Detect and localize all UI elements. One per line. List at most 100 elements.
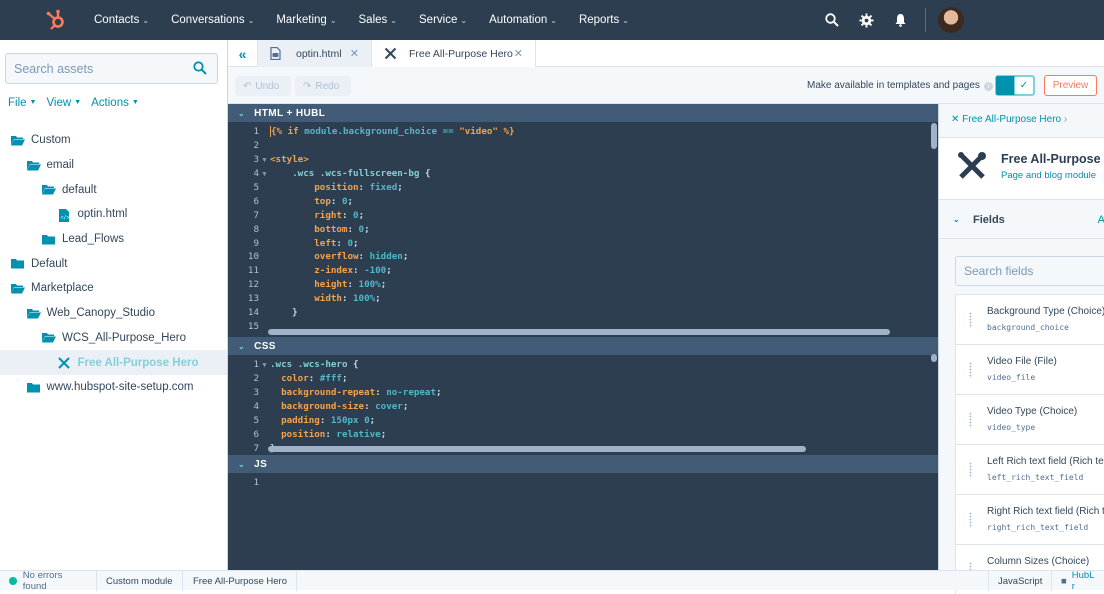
close-tab-icon[interactable]: ✕ [514,47,523,60]
code-line: 2 [228,139,930,153]
tree-item[interactable]: default [0,177,227,202]
info-icon[interactable]: i [983,82,993,91]
fold-toggle-icon[interactable]: ▼ [259,170,270,178]
gear-icon[interactable] [849,0,883,40]
drag-handle-icon[interactable] [969,512,972,528]
fold-toggle-icon[interactable]: ▼ [259,156,270,164]
line-number: 8 [253,223,259,235]
tab-optin-html[interactable]: optin.html ✕ [258,40,372,67]
nav-item-contacts[interactable]: Contacts ⌄ [83,0,160,40]
error-status[interactable]: No errors found [0,570,97,592]
undo-label: Undo [255,80,280,92]
line-number: 14 [247,307,259,319]
field-item[interactable]: Left Rich text field (Rich text) left_ric… [955,444,1104,494]
nav-item-sales[interactable]: Sales ⌄ [348,0,408,40]
menu-view[interactable]: View ▼ [46,97,81,109]
code-text: width: 100%; [314,293,381,305]
vertical-scrollbar[interactable] [931,123,937,149]
module-subtitle[interactable]: Page and blog module [1001,170,1096,181]
code-text: padding: 150px 0; [281,415,376,426]
html-code-area[interactable]: 1 {% if module.background_choice == "vide… [228,125,930,333]
collapse-sidebar-button[interactable]: « [228,40,258,67]
menu-file[interactable]: File ▼ [8,97,36,109]
bell-icon[interactable] [883,0,917,40]
code-line: 6 position: relative; [228,427,930,441]
section-header-js[interactable]: ⌄ JS [228,455,938,473]
search-fields-input[interactable]: Search fields [955,256,1104,286]
tree-item[interactable]: Default [0,251,227,276]
redo-button[interactable]: ↷ Redo [295,76,351,96]
tree-item[interactable]: Marketplace [0,276,227,301]
drag-handle-icon[interactable] [969,312,972,328]
chevron-down-icon: ⌄ [460,15,468,25]
drag-handle-icon[interactable] [969,362,972,378]
code-line: 10 overflow: hidden; [228,250,930,264]
horizontal-scrollbar[interactable] [268,446,806,452]
line-number: 1 [253,477,259,489]
user-avatar[interactable] [938,7,964,33]
search-icon[interactable] [815,0,849,40]
nav-item-automation[interactable]: Automation ⌄ [478,0,568,40]
language-selector[interactable]: JavaScript [988,571,1053,591]
code-line: 1 {% if module.background_choice == "vide… [228,125,930,139]
drag-handle-icon[interactable] [969,412,972,428]
hubl-reference-link[interactable]: ■ HubL r [1052,570,1104,592]
vertical-scrollbar[interactable] [931,354,937,362]
availability-text: Make available in templates and pages [807,80,980,91]
line-number: 2 [253,140,259,152]
preview-button[interactable]: Preview [1044,75,1097,96]
nav-item-marketing[interactable]: Marketing ⌄ [265,0,347,40]
chevron-down-icon: ⌄ [953,215,960,224]
tree-item[interactable]: WCS_All-Purpose_Hero [0,326,227,351]
undo-button[interactable]: ↶ Undo [235,76,291,96]
code-line: 3 background-repeat: no-repeat; [228,386,930,400]
module-breadcrumb[interactable]: ✕ Free All-Purpose Hero › [951,114,1067,125]
field-item[interactable]: Video File (File) video_file [955,344,1104,394]
search-assets-input[interactable]: Search assets [5,53,218,84]
horizontal-scrollbar[interactable] [268,329,890,335]
css-code-area[interactable]: 1 ▼ .wcs .wcs-hero {2 color: #fff; 3 backgr… [228,358,930,455]
search-icon[interactable] [193,61,207,78]
code-line: 1 ▼ .wcs .wcs-hero { [228,358,930,372]
folder-open-icon [26,308,41,319]
line-number: 7 [253,442,259,454]
tree-item[interactable]: Web_Canopy_Studio [0,301,227,326]
fold-toggle-icon[interactable]: ▼ [259,361,270,369]
section-header-css[interactable]: ⌄ CSS [228,337,938,355]
drag-handle-icon[interactable] [969,462,972,478]
code-line: 4 ▼ .wcs .wcs-fullscreen-bg { [228,167,930,181]
tree-item[interactable]: Lead_Flows [0,227,227,252]
section-header-html[interactable]: ⌄ HTML + HUBL [228,104,938,122]
js-code-area[interactable]: 1 [228,476,930,490]
folder-open-icon [11,135,25,146]
field-item[interactable]: Video Type (Choice) video_type [955,394,1104,444]
availability-toggle[interactable]: ✓ [995,75,1035,96]
code-text: right: 0; [314,209,365,221]
nav-item-service[interactable]: Service ⌄ [408,0,478,40]
line-number: 13 [247,293,259,305]
tree-item[interactable]: Custom [0,128,227,153]
fields-section-header[interactable]: ⌄ Fields A [939,201,1104,239]
tab-free-all-purpose-hero[interactable]: Free All-Purpose Hero ✕ [372,40,536,67]
field-item[interactable]: Right Rich text field (Rich text) right_r… [955,494,1104,544]
code-text: .wcs .wcs-hero { [270,359,359,371]
nav-item-conversations[interactable]: Conversations ⌄ [160,0,265,40]
field-name: right_rich_text_field [987,523,1089,532]
folder-open-icon [42,184,56,195]
field-label: Right Rich text field (Rich text) [987,506,1104,517]
tree-item[interactable]: www.hubspot-site-setup.com [0,375,227,400]
menu-actions[interactable]: Actions ▼ [91,97,139,109]
tree-item[interactable]: email [0,153,227,178]
field-item[interactable]: Background Type (Choice) background_choic… [955,294,1104,344]
add-field-link[interactable]: A [1098,214,1104,226]
chevron-down-icon: ⌄ [329,15,337,25]
tree-item[interactable]: Free All-Purpose Hero [0,350,227,375]
folder-open-icon [26,160,41,171]
tree-item[interactable]: </> optin.html [0,202,227,227]
search-placeholder: Search fields [964,264,1034,278]
tree-item-label: email [46,159,74,172]
hubspot-logo-icon[interactable] [45,9,67,31]
close-tab-icon[interactable]: ✕ [350,47,359,60]
field-label: Video File (File) [987,356,1057,367]
nav-item-reports[interactable]: Reports ⌄ [568,0,640,40]
